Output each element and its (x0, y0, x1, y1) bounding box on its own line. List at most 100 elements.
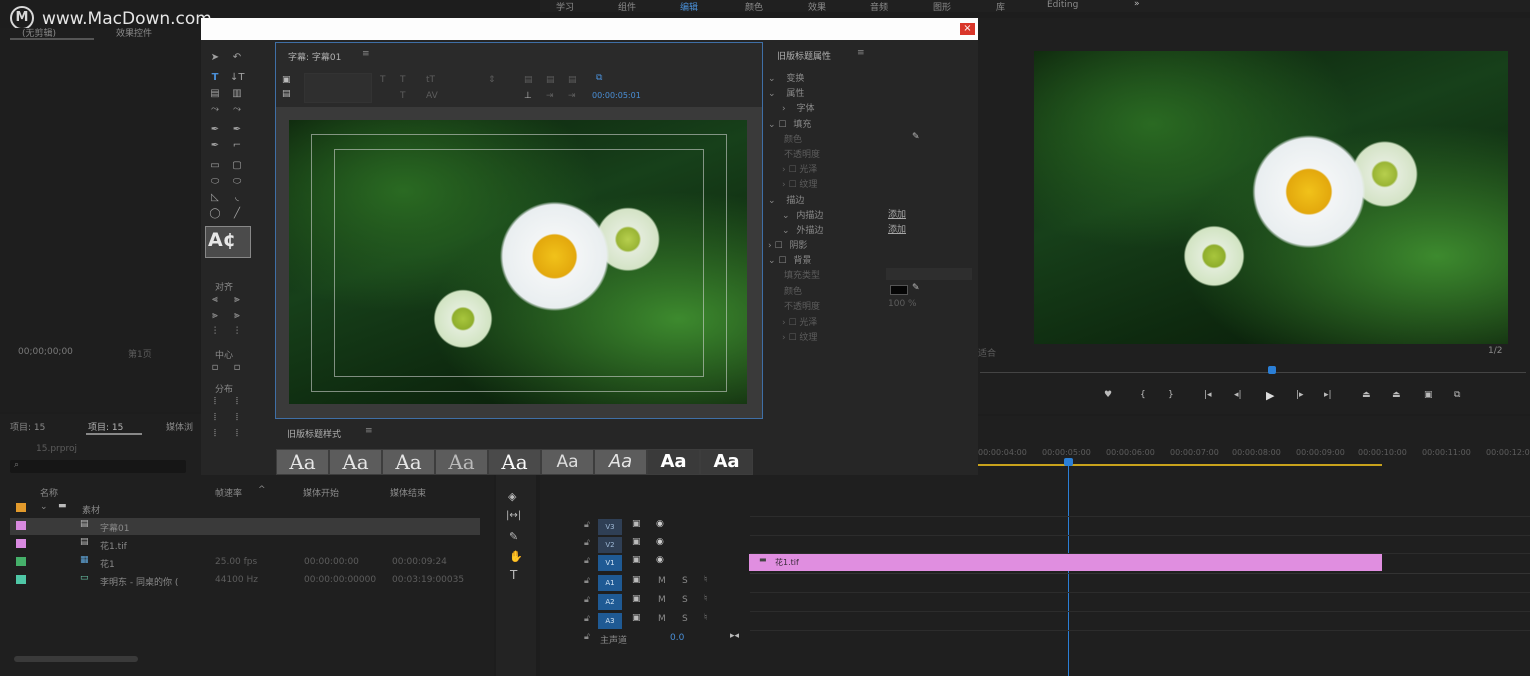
mute-button[interactable]: M (658, 576, 666, 586)
sync-lock-icon[interactable]: ▣ (632, 519, 641, 529)
compare-icon[interactable]: ⧉ (1454, 390, 1460, 400)
fill-eyedropper-icon[interactable]: ✎ (912, 132, 920, 142)
step-forward-icon[interactable]: |▸ (1296, 390, 1304, 400)
vertical-path-type-icon[interactable]: ⤳ (230, 104, 244, 116)
lock-icon[interactable]: 🔓︎ (584, 556, 590, 566)
list-item[interactable]: ▭ 李明东 - 同桌的你 ( 44100 Hz 00:00:00:00000 0… (10, 572, 480, 589)
prop-fill-type[interactable]: 填充类型 (784, 268, 820, 281)
workspace-tab-graphics[interactable]: 图形 (933, 0, 951, 13)
align-text-left-icon[interactable]: ▤ (524, 75, 533, 85)
center-vertical-icon[interactable]: ▫ (230, 362, 244, 374)
font-size-icon[interactable]: tT (426, 75, 435, 85)
vertical-area-type-icon[interactable]: ▥ (230, 88, 244, 100)
program-fit-select[interactable]: 适合 (978, 346, 996, 359)
slip-tool-icon[interactable]: |↔| (506, 510, 521, 521)
rounded-rect-tool-icon[interactable]: ▢ (230, 160, 244, 172)
align-middle-icon[interactable]: ⫶ (230, 326, 244, 338)
sync-lock-icon[interactable]: ▣ (632, 537, 641, 547)
mute-button[interactable]: M (658, 595, 666, 605)
prop-font[interactable]: › 字体 (782, 101, 814, 114)
lock-icon[interactable]: 🔓︎ (584, 520, 590, 530)
style-swatch[interactable]: Aa (700, 449, 753, 475)
master-volume-value[interactable]: 0.0 (670, 633, 684, 643)
program-scrubber[interactable] (980, 372, 1526, 373)
sync-lock-icon[interactable]: ▣ (632, 575, 641, 585)
distribute-right-icon[interactable]: ⦙ (230, 396, 244, 408)
hand-tool-icon[interactable]: ✋ (509, 550, 523, 563)
line-tool-icon[interactable]: ╱ (230, 208, 244, 220)
sync-lock-icon[interactable]: ▣ (632, 555, 641, 565)
tab-stops-icon[interactable]: ⊥ (524, 91, 532, 101)
close-button[interactable]: × (960, 23, 975, 35)
style-swatch[interactable]: Aa (541, 449, 594, 475)
rounded-corner-rect-icon[interactable]: ⬭ (230, 176, 244, 188)
lock-icon[interactable]: 🔓︎ (584, 614, 590, 624)
rotation-tool-icon[interactable]: ↶ (230, 52, 244, 64)
track-target[interactable]: A3 (598, 613, 622, 629)
title-canvas[interactable] (276, 107, 762, 418)
prop-strokes[interactable]: ⌄ 描边 (768, 193, 804, 206)
tab-effect-controls[interactable]: 效果控件 (116, 26, 152, 39)
track-target[interactable]: A1 (598, 575, 622, 591)
prop-sheen[interactable]: › ☐ 光泽 (782, 162, 817, 175)
prop-texture[interactable]: › ☐ 纹理 (782, 177, 817, 190)
arc-tool-icon[interactable]: ◟ (230, 192, 244, 204)
leading-icon[interactable]: ⇕ (488, 75, 496, 85)
prop-shadow[interactable]: › ☐ 阴影 (768, 238, 807, 251)
area-type-tool-icon[interactable]: ▤ (208, 88, 222, 100)
track-target[interactable]: V1 (598, 555, 622, 571)
mark-in-icon[interactable]: { (1140, 390, 1146, 400)
align-top-icon[interactable]: ⫸ (208, 310, 222, 322)
workspace-tab-assembly[interactable]: 组件 (618, 0, 636, 13)
play-icon[interactable]: ▶ (1266, 389, 1274, 402)
list-item[interactable]: ▤ 花1.tif (10, 536, 480, 553)
microphone-icon[interactable]: ♮ (704, 613, 707, 623)
distribute-top-icon[interactable]: ⦙ (208, 412, 222, 424)
style-swatch[interactable]: Aa (435, 449, 488, 475)
track-target[interactable]: V3 (598, 519, 622, 535)
timeline-playhead-handle[interactable] (1064, 458, 1073, 466)
column-name[interactable]: 名称 (40, 486, 58, 499)
align-right-icon[interactable]: ⫸ (230, 294, 244, 306)
column-fps[interactable]: 帧速率 (215, 486, 242, 499)
prop-fill-color[interactable]: 颜色 (784, 132, 802, 145)
center-horizontal-icon[interactable]: ▫ (208, 362, 222, 374)
column-media-end[interactable]: 媒体结束 (390, 486, 426, 499)
bg-eyedropper-icon[interactable]: ✎ (912, 283, 920, 293)
show-background-video-icon[interactable]: ⧉ (596, 73, 602, 83)
style-swatch[interactable]: Aa (382, 449, 435, 475)
lock-icon[interactable]: 🔓︎ (584, 538, 590, 548)
lock-icon[interactable]: 🔓︎ (584, 595, 590, 605)
vertical-type-tool-icon[interactable]: ↓T (230, 72, 245, 84)
tab-media-browser[interactable]: 媒体浏 (166, 420, 193, 433)
go-to-out-icon[interactable]: ▸| (1324, 390, 1332, 400)
align-text-right-icon[interactable]: ▤ (568, 75, 577, 85)
selection-tool-icon[interactable]: ➤ (208, 52, 222, 64)
title-editor-tab[interactable]: 字幕: 字幕01 (288, 50, 341, 63)
solo-button[interactable]: S (682, 576, 688, 586)
microphone-icon[interactable]: ♮ (704, 575, 707, 585)
prop-transform[interactable]: ⌄ 变换 (768, 71, 804, 84)
column-media-start[interactable]: 媒体开始 (303, 486, 339, 499)
lock-icon[interactable]: 🔓︎ (584, 576, 590, 586)
program-playhead[interactable] (1268, 366, 1276, 374)
align-left-icon[interactable]: ⫷ (208, 294, 222, 306)
step-back-icon[interactable]: ◂| (1234, 390, 1242, 400)
style-swatch[interactable]: Aa (647, 449, 700, 475)
workspace-tab-audio[interactable]: 音频 (870, 0, 888, 13)
workspace-tab-color[interactable]: 颜色 (745, 0, 763, 13)
sync-lock-icon[interactable]: ▣ (632, 613, 641, 623)
underline-icon[interactable]: T (400, 91, 406, 101)
timeline-ruler[interactable]: 00:00:04:00 00:00:05:00 00:00:06:00 00:0… (976, 444, 1530, 466)
style-swatch[interactable]: Aa (329, 449, 382, 475)
align-text-center-icon[interactable]: ▤ (546, 75, 555, 85)
project-scrollbar[interactable] (14, 656, 138, 662)
mute-button[interactable]: M (658, 614, 666, 624)
workspace-tab-custom[interactable]: Editing (1047, 0, 1078, 10)
title-styles-tab[interactable]: 旧版标题样式 (287, 427, 341, 440)
path-type-tool-icon[interactable]: ⤳ (208, 104, 222, 116)
add-marker-icon[interactable]: ♥ (1104, 390, 1112, 400)
type-tool-icon[interactable]: T (510, 568, 517, 582)
style-swatch[interactable]: Aa (488, 449, 541, 475)
align-bottom-icon[interactable]: ⫸ (230, 310, 244, 322)
